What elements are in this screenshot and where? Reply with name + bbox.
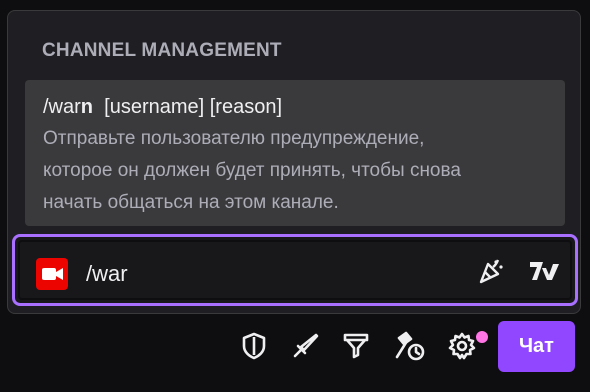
command-description: Отправьте пользователю предупреждение, к…: [43, 123, 547, 219]
chat-send-button[interactable]: Чат: [498, 321, 575, 372]
hammer-clock-icon[interactable]: [392, 330, 425, 362]
video-camera-icon[interactable]: [36, 258, 68, 290]
chat-input-box[interactable]: /war: [12, 234, 578, 306]
command-args: [username] [reason]: [104, 96, 283, 118]
section-title: CHANNEL MANAGEMENT: [42, 40, 282, 61]
shield-icon[interactable]: [238, 330, 270, 362]
chat-input-inner: /war: [18, 240, 572, 300]
command-typed: /war: [43, 96, 81, 118]
gear-icon[interactable]: [446, 330, 478, 362]
funnel-icon[interactable]: [340, 330, 372, 362]
command-rest: n: [80, 96, 94, 118]
notification-dot: [476, 331, 488, 343]
chat-input-text[interactable]: /war: [86, 261, 128, 287]
description-line: Отправьте пользователю предупреждение,: [43, 128, 425, 149]
sword-icon[interactable]: [290, 330, 322, 362]
command-line: /warn [username] [reason]: [43, 94, 547, 120]
seventv-logo-icon[interactable]: [528, 256, 559, 286]
command-suggestion[interactable]: /warn [username] [reason] Отправьте поль…: [25, 80, 565, 226]
description-line: которое он должен будет принять, чтобы с…: [43, 160, 461, 181]
description-line: начать общаться на этом канале.: [43, 192, 339, 213]
party-popper-icon[interactable]: [476, 256, 506, 286]
